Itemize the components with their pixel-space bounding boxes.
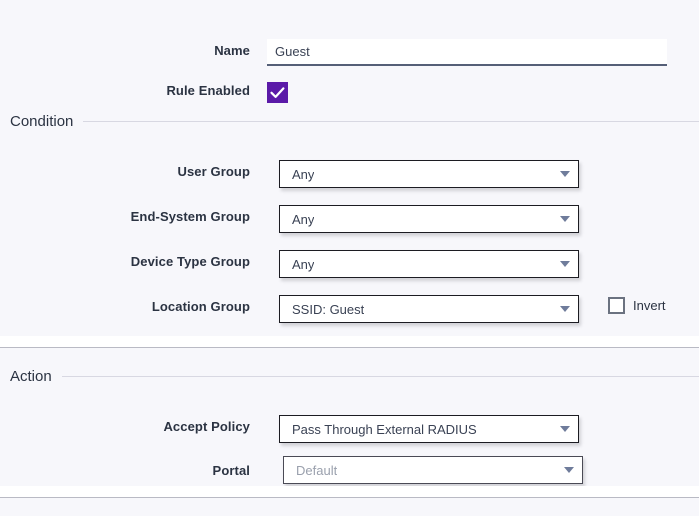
end-system-group-row: End-System Group (0, 209, 250, 224)
device-type-group-select[interactable]: Any (279, 250, 579, 278)
location-group-label: Location Group (151, 299, 250, 314)
portal-label: Portal (212, 463, 250, 478)
checkmark-icon (270, 87, 285, 98)
invert-label: Invert (633, 298, 666, 313)
accept-policy-select[interactable]: Pass Through External RADIUS (279, 415, 579, 443)
portal-value: Default (296, 462, 338, 478)
chevron-down-icon (560, 306, 570, 312)
legend-divider (83, 121, 699, 122)
action-section-legend: Action (0, 368, 699, 385)
rule-enabled-row: Rule Enabled (0, 83, 250, 98)
end-system-group-label: End-System Group (130, 209, 250, 224)
end-system-group-select[interactable]: Any (279, 205, 579, 233)
legend-divider (61, 376, 699, 377)
section-divider (0, 347, 699, 348)
accept-policy-value: Pass Through External RADIUS (292, 421, 477, 437)
device-type-group-label: Device Type Group (130, 254, 250, 269)
location-group-row: Location Group (0, 299, 250, 314)
action-legend-text: Action (10, 368, 52, 385)
policy-rule-editor: Name Rule Enabled Condition User Group A… (0, 0, 699, 516)
user-group-value: Any (292, 166, 315, 182)
location-group-select[interactable]: SSID: Guest (279, 295, 579, 323)
name-input[interactable] (267, 39, 667, 66)
user-group-row: User Group (0, 164, 250, 179)
chevron-down-icon (564, 467, 574, 473)
user-group-label: User Group (177, 164, 250, 179)
chevron-down-icon (560, 216, 570, 222)
chevron-down-icon (560, 171, 570, 177)
chevron-down-icon (560, 426, 570, 432)
invert-control: Invert (608, 297, 666, 314)
device-type-group-row: Device Type Group (0, 254, 250, 269)
portal-row: Portal (0, 463, 250, 478)
chevron-down-icon (560, 261, 570, 267)
condition-section-legend: Condition (0, 113, 699, 130)
name-row: Name (0, 43, 250, 58)
end-system-group-value: Any (292, 211, 315, 227)
bottom-gap (0, 486, 699, 497)
portal-select[interactable]: Default (283, 456, 583, 484)
accept-policy-label: Accept Policy (163, 419, 250, 434)
user-group-select[interactable]: Any (279, 160, 579, 188)
rule-enabled-label: Rule Enabled (166, 83, 250, 98)
accept-policy-row: Accept Policy (0, 419, 250, 434)
device-type-group-value: Any (292, 256, 315, 272)
invert-checkbox[interactable] (608, 297, 625, 314)
name-label: Name (214, 43, 250, 58)
rule-enabled-checkbox[interactable] (267, 82, 288, 103)
bottom-divider (0, 497, 699, 498)
condition-legend-text: Condition (10, 113, 74, 130)
location-group-value: SSID: Guest (292, 301, 365, 317)
